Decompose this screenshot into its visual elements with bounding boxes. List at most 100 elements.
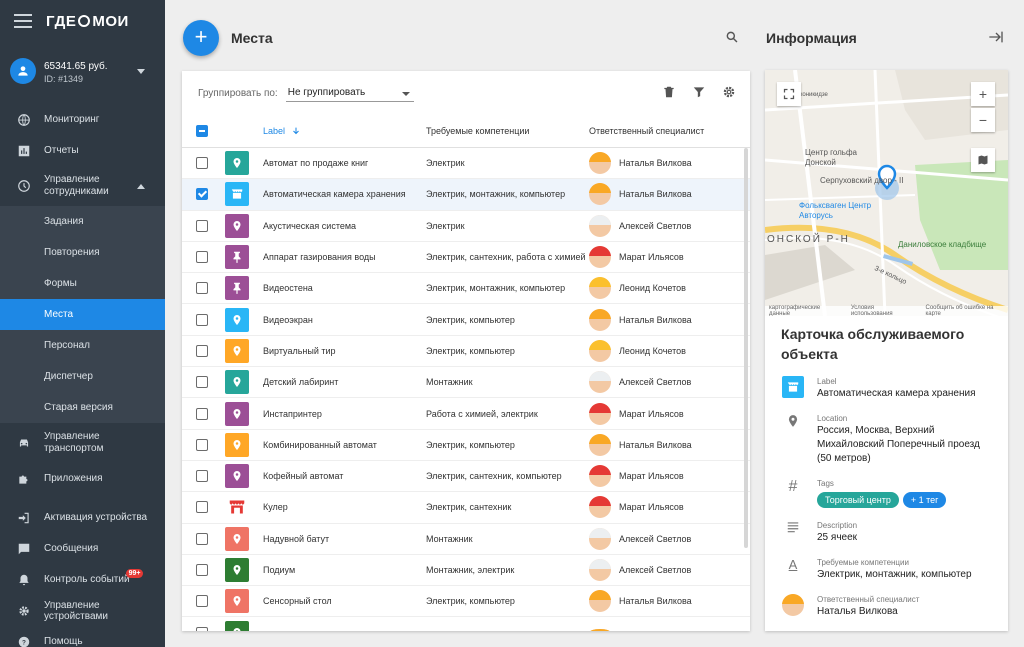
table-row[interactable] [182,617,750,631]
place-specialist: Алексей Светлов [589,559,750,581]
row-checkbox[interactable] [196,251,208,264]
table-row[interactable]: Акустическая система Электрик Алексей Свет… [182,211,750,242]
table-scrollbar[interactable] [744,148,748,548]
sidebar-item-transport[interactable]: Управление транспортом [0,423,165,463]
row-checkbox[interactable] [196,282,208,295]
place-competences: Электрик, компьютер [426,596,515,607]
info-header: Информация [766,18,1008,58]
table-row[interactable]: Инстапринтер Работа с химией, электрик Мар… [182,398,750,430]
logo[interactable]: ГДЕ МОИ [46,13,129,30]
map-layers-button[interactable] [971,148,995,172]
collapse-panel-icon[interactable] [988,30,1004,47]
table-row[interactable]: Надувной батут Монтажник Алексей Светлов [182,524,750,555]
place-label: Видеостена [263,283,313,294]
place-specialist: Марат Ильясов [589,496,750,519]
row-checkbox[interactable] [196,501,208,514]
collapse-icon[interactable] [137,183,145,189]
group-by-select[interactable]: Не группировать [285,84,414,102]
column-header-specialist[interactable]: Ответственный специалист [589,126,750,136]
map[interactable]: Орджоникидзе Центр гольфа Донской Серпух… [765,70,1008,316]
row-checkbox[interactable] [196,470,208,483]
table-row[interactable]: Аппарат газирования воды Электрик, сантех… [182,242,750,274]
table-row[interactable]: Видеоэкран Электрик, компьютер Наталья Вил… [182,304,750,336]
place-label: Автомат по продаже книг [263,158,369,169]
add-place-button[interactable]: + [183,20,219,56]
row-checkbox[interactable] [196,344,208,357]
row-checkbox[interactable] [196,157,208,170]
place-label: Автоматическая камера хранения [263,189,406,200]
group-by-label: Группировать по: [198,87,278,99]
account-dropdown-icon[interactable] [137,69,145,74]
sidebar-item-tasks[interactable]: Задания [0,206,165,237]
specialist-avatar [589,590,611,613]
place-specialist: Наталья Вилкова [589,308,750,331]
map-label-cemetery: Даниловское кладбище [898,240,987,249]
table-row[interactable]: Видеостена Электрик, монтажник, компьютер… [182,273,750,305]
select-all-checkbox[interactable] [196,125,208,137]
sidebar-item-event-control[interactable]: Контроль событий 99+ [0,564,165,595]
map-zoom-out-button[interactable]: − [971,108,995,132]
table-row[interactable]: Автомат по продаже книг Электрик Наталья В… [182,148,750,180]
sidebar-item-dispatcher[interactable]: Диспетчер [0,361,165,392]
place-label: Кулер [263,502,288,513]
row-checkbox[interactable] [196,407,208,420]
sidebar-item-repeats[interactable]: Повторения [0,237,165,268]
table-row[interactable]: Виртуальный тир Электрик, компьютер Леонид… [182,336,750,368]
hash-icon: # [788,478,798,495]
menu-icon[interactable] [14,14,32,28]
row-checkbox[interactable] [196,532,208,545]
row-checkbox[interactable] [196,564,208,576]
row-checkbox[interactable] [196,219,208,232]
row-checkbox[interactable] [196,595,208,608]
description-icon [787,522,799,533]
table-row[interactable]: Кофейный автомат Электрик, сантехник, ком… [182,461,750,493]
delete-icon[interactable] [662,85,676,102]
sidebar-item-device-activation[interactable]: Активация устройства [0,502,165,533]
filter-icon[interactable] [692,85,706,102]
search-icon[interactable] [725,30,739,47]
sidebar-item-places[interactable]: Места [0,299,165,330]
place-specialist: Леонид Кочетов [589,339,750,362]
sidebar-item-reports[interactable]: Отчеты [0,135,165,166]
sidebar-item-old-version[interactable]: Старая версия [0,392,165,423]
place-specialist: Наталья Вилкова [589,183,750,206]
sidebar-item-device-management[interactable]: Управление устройствами [0,595,165,626]
row-checkbox[interactable] [196,188,208,201]
column-header-competences[interactable]: Требуемые компетенции [426,126,589,136]
store-icon [782,376,804,398]
place-type-icon [225,432,249,457]
account-block[interactable]: 65341.65 руб. ID: #1349 [0,42,165,100]
login-icon [16,510,32,526]
table-row[interactable]: Автоматическая камера хранения Электрик, … [182,179,750,211]
row-checkbox[interactable] [196,626,208,631]
sidebar-item-forms[interactable]: Формы [0,268,165,299]
row-checkbox[interactable] [196,313,208,326]
sidebar-item-monitoring[interactable]: Мониторинг [0,104,165,135]
sidebar-item-messages[interactable]: Сообщения [0,533,165,564]
table-row[interactable]: Сенсорный стол Электрик, компьютер Наталья… [182,586,750,618]
table-row[interactable]: Комбинированный автомат Электрик, компьют… [182,430,750,461]
sidebar-item-help[interactable]: ? Помощь [0,626,165,647]
table-row[interactable]: Кулер Электрик, сантехник Марат Ильясов [182,492,750,524]
place-competences: Электрик [426,158,465,169]
place-type-icon [225,151,249,176]
sidebar-item-personnel[interactable]: Персонал [0,330,165,361]
sidebar-item-staff-management[interactable]: Управление сотрудниками [0,166,165,206]
tag-chip[interactable]: Торговый центр [817,492,899,508]
location-pin-icon [233,627,241,631]
info-title: Информация [766,30,857,46]
map-fullscreen-button[interactable] [777,82,801,106]
more-tags-chip[interactable]: + 1 тег [902,492,947,508]
column-header-label[interactable]: Label [263,126,426,136]
pushpin-icon [233,251,241,263]
specialist-avatar [589,214,611,237]
sidebar-item-apps[interactable]: Приложения [0,463,165,494]
settings-icon[interactable] [722,85,736,102]
table-row[interactable]: Детский лабиринт Монтажник Алексей Светлов [182,367,750,399]
map-zoom-in-button[interactable]: + [971,82,995,106]
place-label: Надувной батут [263,533,330,544]
table-row[interactable]: Подиум Монтажник, электрик Алексей Светлов [182,555,750,587]
row-checkbox[interactable] [196,376,208,389]
event-count-badge: 99+ [125,569,144,578]
row-checkbox[interactable] [196,438,208,451]
